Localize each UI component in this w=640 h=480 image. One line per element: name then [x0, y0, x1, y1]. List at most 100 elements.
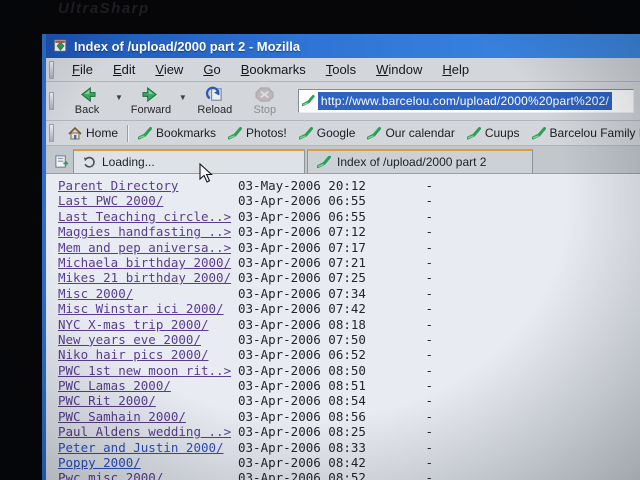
modified-date: 03-Apr-2006 07:17	[238, 240, 388, 255]
directory-link[interactable]: Poppy 2000/	[58, 455, 238, 470]
directory-link[interactable]: Niko hair pics 2000/	[58, 347, 238, 362]
table-row: Michaela birthday 2000/03-Apr-2006 07:21…	[58, 255, 640, 270]
menubar-grippy[interactable]	[49, 61, 54, 79]
menu-help[interactable]: Help	[432, 59, 479, 80]
bookmark-item-photos[interactable]: Photos!	[222, 124, 293, 142]
bookmark-item-our-calendar[interactable]: Our calendar	[361, 124, 460, 142]
menu-file[interactable]: File	[62, 59, 103, 80]
home-icon	[68, 127, 82, 140]
modified-date: 03-Apr-2006 08:33	[238, 440, 388, 455]
table-row: Mem and pep aniversa..>03-Apr-2006 07:17…	[58, 240, 640, 255]
bookmark-item-home[interactable]: Home	[62, 124, 124, 142]
photo-of-monitor: { "monitor": { "brand_text": "UltraSharp…	[0, 0, 640, 480]
bookmark-item-cuups[interactable]: Cuups	[461, 124, 526, 142]
title-bar[interactable]: Index of /upload/2000 part 2 - Mozilla	[46, 34, 640, 58]
bookmark-item-google[interactable]: Google	[293, 124, 362, 142]
modified-date: 03-Apr-2006 08:18	[238, 317, 388, 332]
personal-toolbar: Home BookmarksPhotos! Google Our calendarCu…	[46, 121, 640, 146]
bookmark-item-barcelou-family-phot[interactable]: Barcelou Family Phot...	[526, 124, 640, 142]
table-row: Parent Directory03-May-2006 20:12-	[58, 178, 640, 193]
modified-date: 03-Apr-2006 07:12	[238, 224, 388, 239]
file-size: -	[388, 347, 433, 362]
monitor-screen: Index of /upload/2000 part 2 - Mozilla F…	[42, 34, 640, 480]
bookmark-label: Google	[317, 126, 356, 140]
directory-link[interactable]: PWC 1st new moon rit..>	[58, 363, 238, 378]
personalbar-grippy[interactable]	[49, 124, 54, 142]
file-size: -	[388, 301, 433, 316]
modified-date: 03-Apr-2006 08:56	[238, 409, 388, 424]
menu-bookmarks[interactable]: Bookmarks	[231, 59, 316, 80]
directory-link[interactable]: Misc 2000/	[58, 286, 238, 301]
bookmark-swoosh-icon	[367, 127, 381, 140]
bookmark-item-bookmarks[interactable]: Bookmarks	[132, 124, 222, 142]
forward-button[interactable]: Forward	[126, 83, 176, 119]
directory-link[interactable]: Peter and Justin 2000/	[58, 440, 238, 455]
reload-icon	[204, 86, 225, 103]
window-title: Index of /upload/2000 part 2 - Mozilla	[74, 39, 300, 54]
file-size: -	[388, 240, 433, 255]
directory-link[interactable]: Last PWC 2000/	[58, 193, 238, 208]
file-size: -	[388, 178, 433, 193]
forward-arrow-icon	[140, 86, 161, 103]
modified-date: 03-Apr-2006 08:54	[238, 393, 388, 408]
tab-bar: Loading... Index of /upload/2000 part 2	[46, 146, 640, 174]
modified-date: 03-Apr-2006 08:51	[238, 378, 388, 393]
bookmark-swoosh-icon	[299, 127, 313, 140]
directory-link[interactable]: NYC X-mas trip 2000/	[58, 317, 238, 332]
location-input[interactable]: http://www.barcelou.com/upload/2000%20pa…	[318, 92, 612, 110]
menu-go[interactable]: Go	[193, 59, 230, 80]
directory-link[interactable]: PWC Lamas 2000/	[58, 378, 238, 393]
directory-link[interactable]: Michaela birthday 2000/	[58, 255, 238, 270]
navbar-grippy[interactable]	[49, 92, 54, 110]
tab-2[interactable]: Index of /upload/2000 part 2	[307, 149, 533, 173]
menu-view[interactable]: View	[145, 59, 193, 80]
back-dropdown-arrow[interactable]: ▼	[112, 93, 126, 102]
menu-edit[interactable]: Edit	[103, 59, 145, 80]
file-size: -	[388, 317, 433, 332]
navigation-toolbar: Back ▼ Forward ▼ Reload	[46, 82, 640, 121]
directory-link[interactable]: Paul Aldens wedding ..>	[58, 424, 238, 439]
directory-link[interactable]: PWC Rit 2000/	[58, 393, 238, 408]
reload-button[interactable]: Reload	[190, 83, 240, 119]
bookmark-swoosh-icon	[317, 156, 331, 168]
menu-tools[interactable]: Tools	[316, 59, 366, 80]
directory-link[interactable]: Mem and pep aniversa..>	[58, 240, 238, 255]
file-size: -	[388, 440, 433, 455]
browser-window: Index of /upload/2000 part 2 - Mozilla F…	[42, 34, 640, 480]
table-row: Last PWC 2000/03-Apr-2006 06:55-	[58, 193, 640, 208]
modified-date: 03-Apr-2006 07:50	[238, 332, 388, 347]
table-row: Peter and Justin 2000/03-Apr-2006 08:33-	[58, 440, 640, 455]
directory-link[interactable]: Last Teaching circle..>	[58, 209, 238, 224]
location-bar[interactable]: http://www.barcelou.com/upload/2000%20pa…	[298, 89, 634, 113]
file-size: -	[388, 393, 433, 408]
table-row: PWC 1st new moon rit..>03-Apr-2006 08:50…	[58, 363, 640, 378]
new-tab-button[interactable]	[49, 150, 73, 172]
file-size: -	[388, 363, 433, 378]
modified-date: 03-Apr-2006 08:25	[238, 424, 388, 439]
window-app-icon	[53, 39, 68, 53]
bookmark-label: Home	[86, 126, 118, 140]
file-size: -	[388, 409, 433, 424]
back-button[interactable]: Back	[62, 83, 112, 119]
tab-1[interactable]: Loading...	[73, 149, 305, 173]
bookmark-swoosh-icon	[532, 127, 546, 140]
modified-date: 03-Apr-2006 07:25	[238, 270, 388, 285]
directory-link[interactable]: Pwc misc 2000/	[58, 470, 238, 480]
back-arrow-icon	[77, 86, 98, 103]
file-size: -	[388, 255, 433, 270]
table-row: PWC Rit 2000/03-Apr-2006 08:54-	[58, 393, 640, 408]
location-bookmark-icon	[302, 95, 315, 107]
directory-link[interactable]: Maggies handfasting ..>	[58, 224, 238, 239]
menu-window[interactable]: Window	[366, 59, 432, 80]
modified-date: 03-Apr-2006 08:52	[238, 470, 388, 480]
directory-link[interactable]: Mikes 21 birthday 2000/	[58, 270, 238, 285]
table-row: Misc Winstar ici 2000/03-Apr-2006 07:42-	[58, 301, 640, 316]
directory-link[interactable]: PWC Samhain 2000/	[58, 409, 238, 424]
directory-link[interactable]: New years eve 2000/	[58, 332, 238, 347]
bookmark-swoosh-icon	[138, 127, 152, 140]
throbber-icon	[83, 156, 96, 169]
tab-label: Index of /upload/2000 part 2	[337, 155, 486, 169]
forward-dropdown-arrow[interactable]: ▼	[176, 93, 190, 102]
directory-link[interactable]: Misc Winstar ici 2000/	[58, 301, 238, 316]
table-row: Misc 2000/03-Apr-2006 07:34-	[58, 286, 640, 301]
